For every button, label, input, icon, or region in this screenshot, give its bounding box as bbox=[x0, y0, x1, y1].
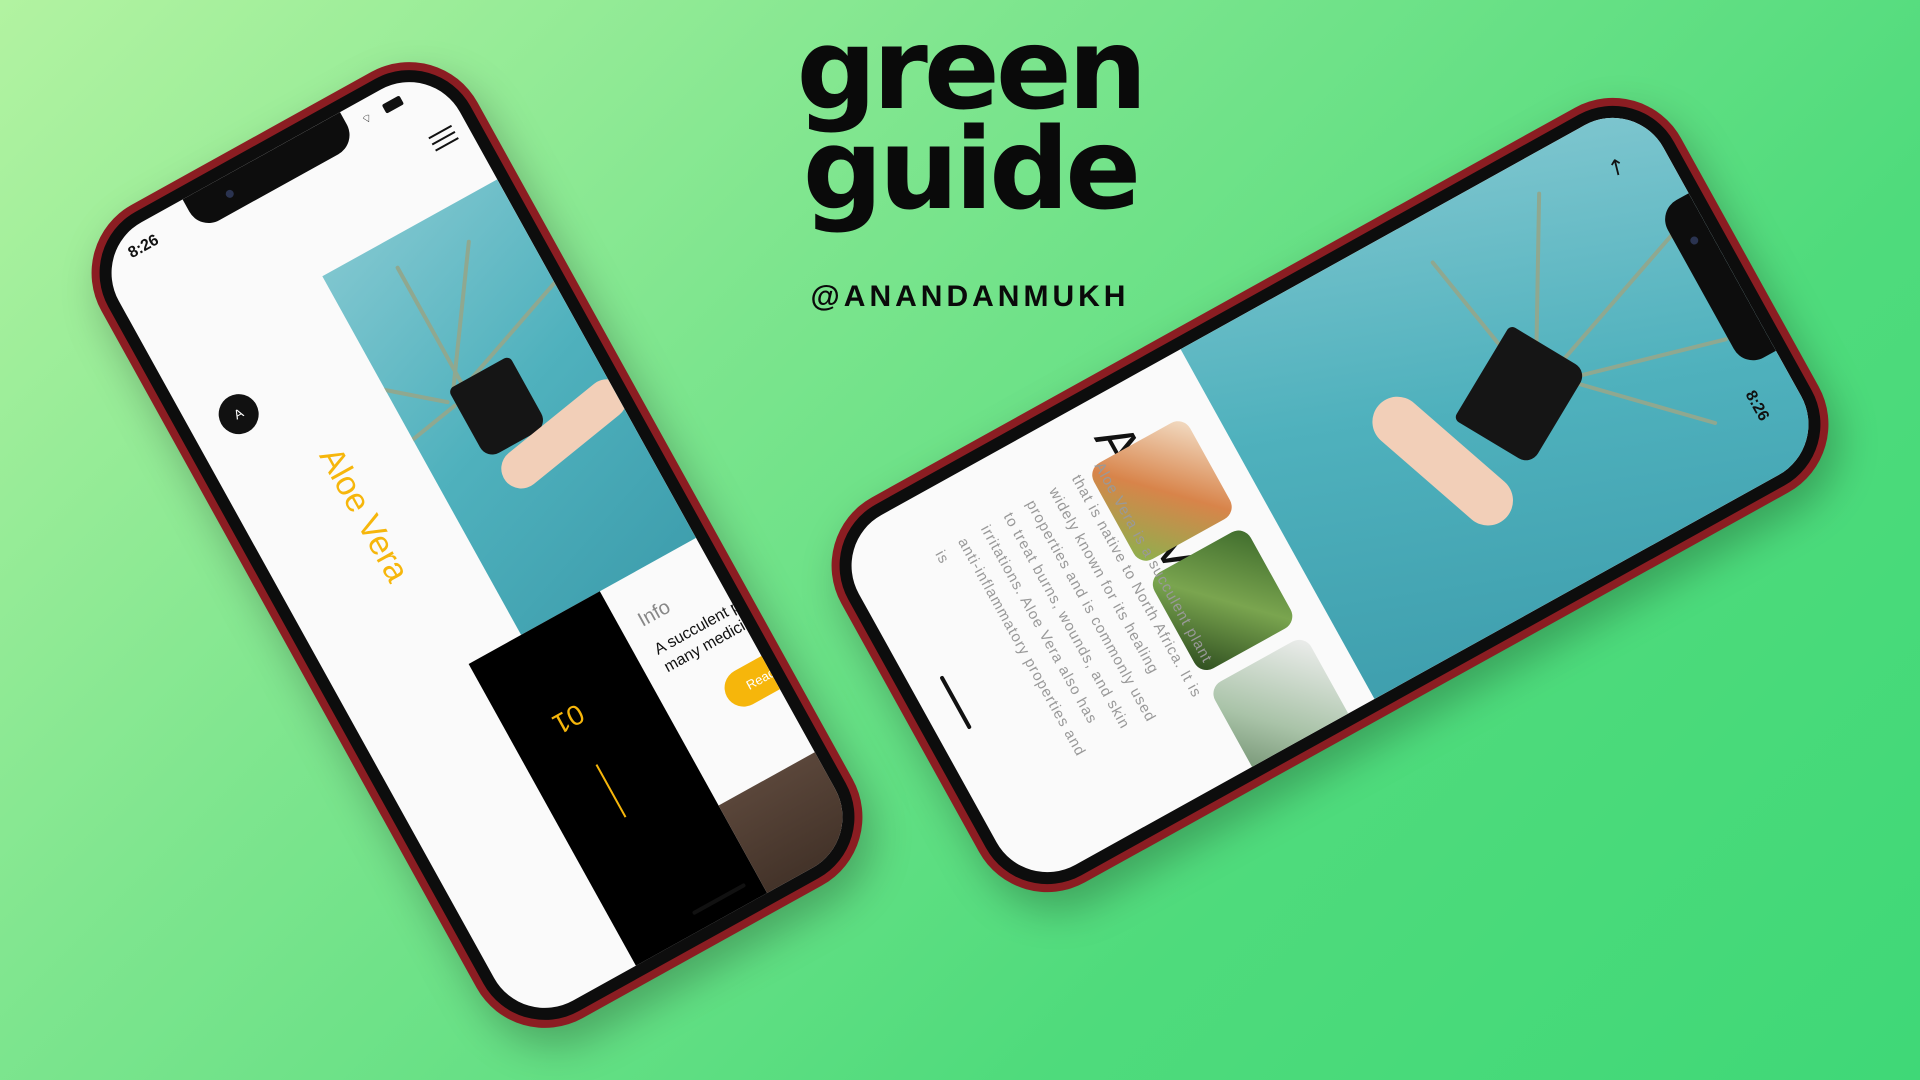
avatar[interactable]: A bbox=[211, 386, 266, 442]
brand-handle: @ANANDANMUKH bbox=[810, 280, 1130, 313]
pot bbox=[1453, 324, 1588, 466]
menu-icon[interactable] bbox=[426, 121, 461, 156]
index-number: 01 bbox=[547, 697, 590, 741]
soil-image bbox=[718, 708, 864, 981]
battery-icon bbox=[381, 95, 405, 114]
status-time: 8:26 bbox=[125, 231, 162, 262]
index-divider bbox=[595, 764, 627, 818]
leaf bbox=[1562, 377, 1718, 426]
plant-title: Aloe Vera bbox=[311, 440, 417, 589]
brand-title: green guide bbox=[790, 14, 1150, 235]
leaf bbox=[331, 377, 450, 405]
camera-icon bbox=[1688, 235, 1700, 246]
leaf bbox=[369, 402, 458, 476]
phone-portrait: 8:26 ⌔ A Aloe Vera 01 Info A succulent p… bbox=[63, 34, 891, 1056]
brand-title-line2: guide bbox=[802, 105, 1141, 235]
home-indicator bbox=[939, 675, 972, 730]
camera-icon bbox=[224, 188, 236, 200]
info-label: Info bbox=[634, 595, 675, 632]
wifi-icon: ⌔ bbox=[358, 109, 376, 128]
phone-screen: 8:26 ⌔ A Aloe Vera 01 Info A succulent p… bbox=[90, 61, 864, 1029]
leaf bbox=[394, 265, 467, 390]
